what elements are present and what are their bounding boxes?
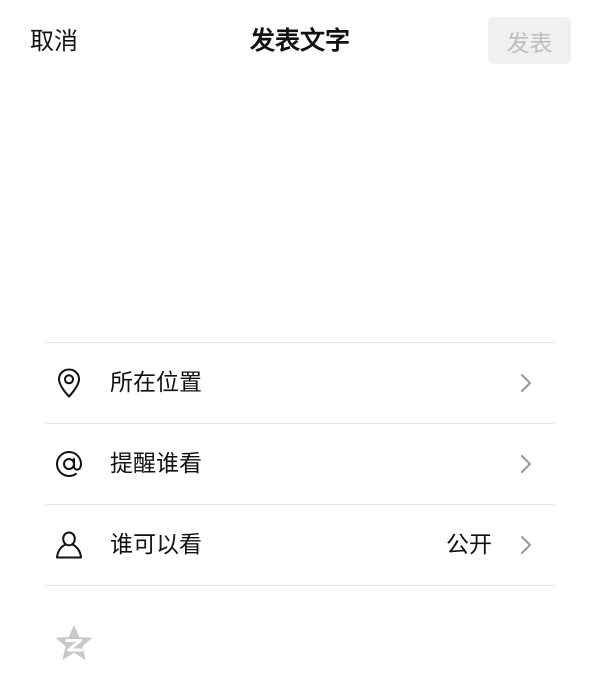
post-text-input[interactable] <box>30 86 570 326</box>
option-mention[interactable]: 提醒谁看 <box>46 424 554 505</box>
option-visibility-label: 谁可以看 <box>110 532 202 558</box>
post-options-list: 所在位置 提醒谁看 谁可以看 公开 <box>46 342 554 586</box>
option-location-label: 所在位置 <box>110 370 202 396</box>
at-sign-icon <box>55 450 83 478</box>
person-icon <box>56 531 82 559</box>
chevron-right-icon <box>521 374 531 392</box>
option-visibility[interactable]: 谁可以看 公开 <box>46 505 554 586</box>
qzone-star-icon[interactable] <box>54 624 94 662</box>
chevron-right-icon <box>521 536 531 554</box>
location-pin-icon <box>58 368 80 398</box>
publish-button[interactable]: 发表 <box>488 17 571 64</box>
option-visibility-value: 公开 <box>446 532 492 558</box>
option-location[interactable]: 所在位置 <box>46 343 554 424</box>
top-bar: 取消 发表文字 发表 <box>0 0 600 82</box>
chevron-right-icon <box>521 455 531 473</box>
option-mention-label: 提醒谁看 <box>110 451 202 477</box>
